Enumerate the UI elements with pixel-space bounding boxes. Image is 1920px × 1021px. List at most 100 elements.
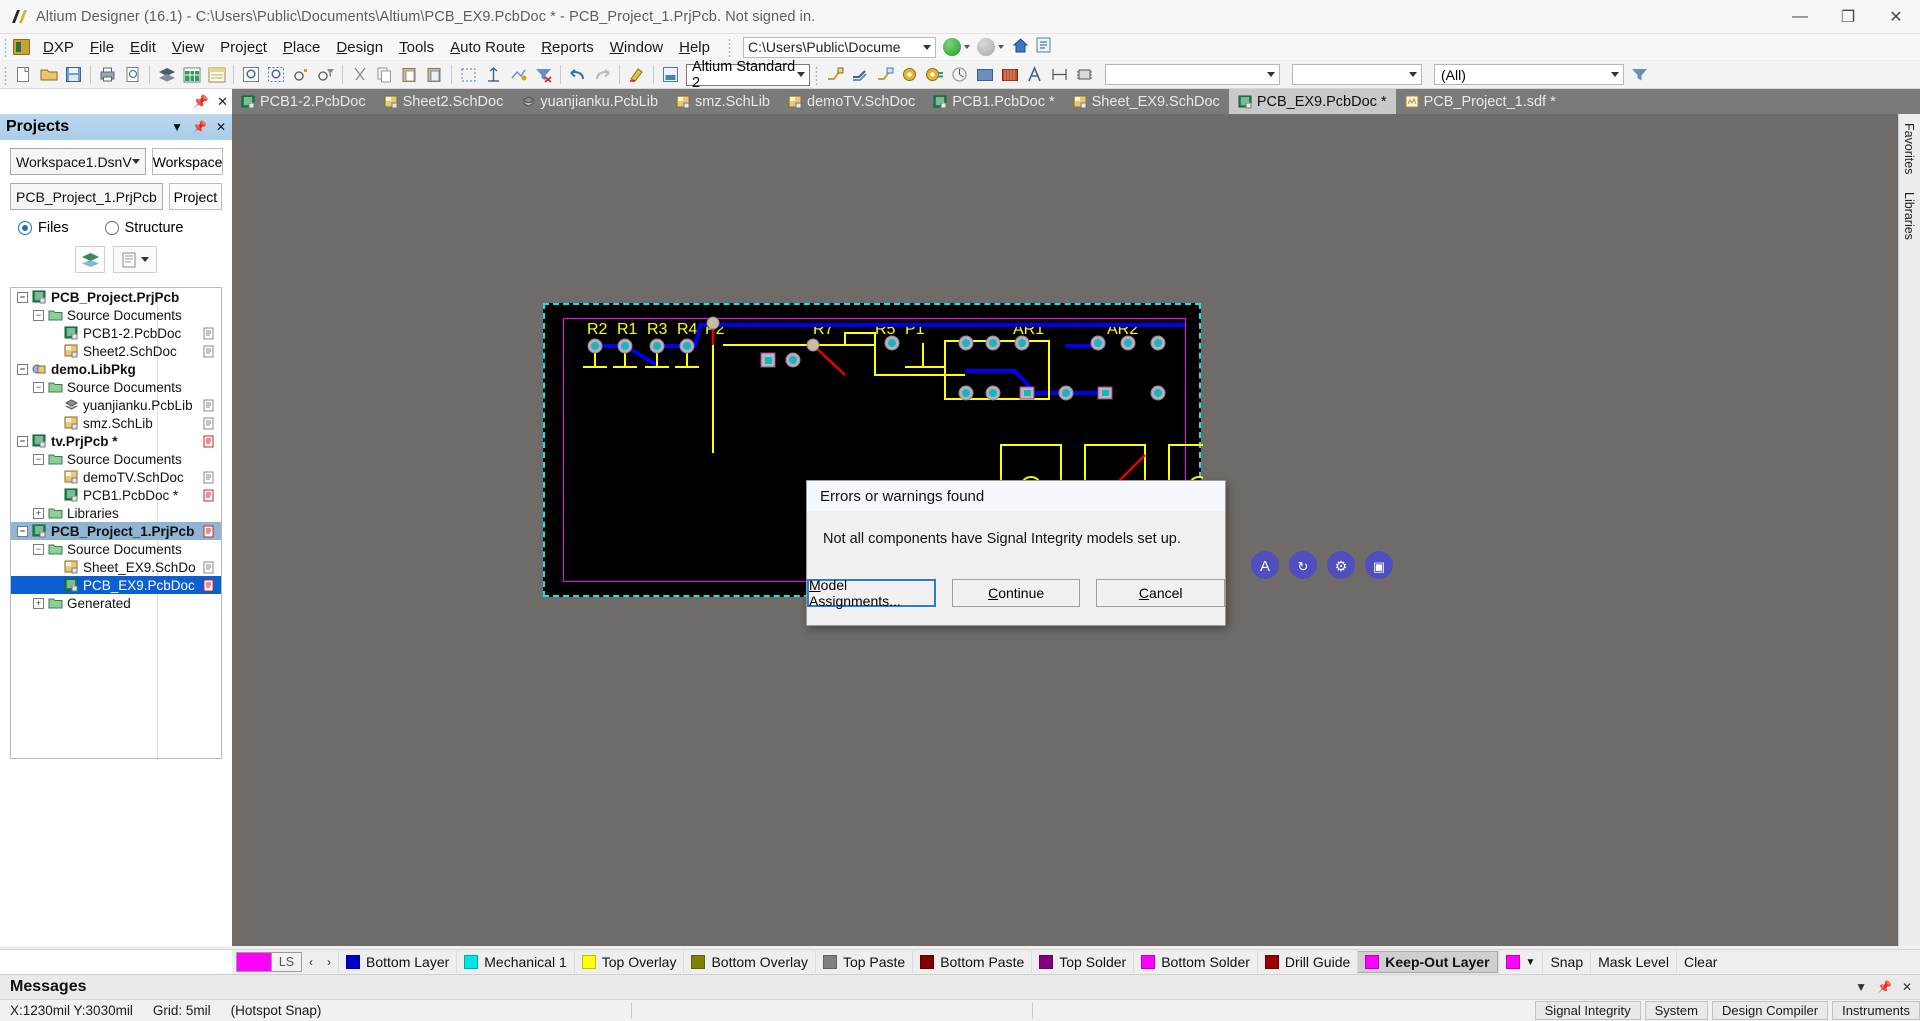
differential-pair-route-icon[interactable] (848, 64, 871, 86)
errors-warnings-dialog[interactable]: Errors or warnings found Not all compone… (806, 480, 1226, 626)
path-toolbar-grip[interactable] (726, 37, 733, 57)
layer-sets-button[interactable]: LS (272, 952, 302, 972)
panel-options-icon[interactable] (113, 246, 157, 273)
interactive-route-icon[interactable] (823, 64, 846, 86)
tree-node[interactable]: yuanjianku.PcbLib (11, 396, 221, 414)
workspace-button[interactable]: Workspace (151, 148, 224, 175)
place-string-icon[interactable] (1023, 64, 1046, 86)
layer-chip-6[interactable]: Top Solder (1031, 951, 1133, 973)
menu-item-edit[interactable]: Edit (122, 36, 164, 59)
place-component-icon[interactable] (1073, 64, 1096, 86)
workspace-combo[interactable]: Workspace1.DsnV (10, 148, 146, 175)
dock-tab-favorites[interactable]: Favorites (1899, 114, 1919, 183)
signal-integrity-button[interactable]: Signal Integrity (1534, 1001, 1641, 1020)
pcb-toolbar-grip[interactable] (813, 64, 820, 85)
refresh-icon[interactable] (1036, 37, 1051, 57)
navigate-forward-icon[interactable] (977, 38, 995, 56)
tree-node[interactable]: − tv.PrjPcb * (11, 432, 221, 450)
cancel-button[interactable]: Cancel (1096, 579, 1225, 607)
close-button[interactable]: ✕ (1872, 0, 1920, 34)
tree-node[interactable]: − Source Documents (11, 378, 221, 396)
layer-chip-9[interactable]: Keep-Out Layer (1357, 951, 1498, 973)
document-tab-3[interactable]: smz.SchLib (667, 89, 779, 114)
open-document-icon[interactable] (37, 64, 60, 86)
tree-node[interactable]: demoTV.SchDoc (11, 468, 221, 486)
place-via-icon[interactable] (923, 64, 946, 86)
tree-expander[interactable]: + (33, 507, 44, 519)
menu-item-project[interactable]: Project (212, 36, 275, 59)
tree-node[interactable]: − Source Documents (11, 450, 221, 468)
print-icon[interactable] (96, 64, 119, 86)
layer-next-button[interactable]: › (320, 951, 338, 973)
menu-item-design[interactable]: Design (328, 36, 391, 59)
pin-icon[interactable]: 📌 (192, 120, 207, 134)
menu-item-help[interactable]: Help (671, 36, 718, 59)
menu-item-view[interactable]: View (164, 36, 212, 59)
active-layer-swatch[interactable] (236, 952, 272, 972)
maximize-button[interactable]: ❐ (1824, 0, 1872, 34)
project-combo[interactable]: PCB_Project_1.PrjPcb (10, 183, 163, 210)
zoom-area-icon[interactable] (264, 64, 287, 86)
clear-button[interactable]: Clear (1675, 951, 1724, 973)
layer-chip-0[interactable]: Bottom Layer (338, 951, 456, 973)
redo-icon[interactable] (591, 64, 614, 86)
model-assignments-button[interactable]: Model Assignments... (807, 577, 936, 609)
radio-files[interactable]: Files (18, 220, 69, 236)
zoom-fit-icon[interactable] (239, 64, 262, 86)
tree-expander[interactable]: − (33, 309, 44, 321)
tree-node[interactable]: PCB1-2.PcbDoc (11, 324, 221, 342)
tree-node[interactable]: Sheet2.SchDoc (11, 342, 221, 360)
mask-level-button[interactable]: Mask Level (1590, 951, 1676, 973)
toolbar-grip[interactable] (2, 64, 9, 85)
document-tab-5[interactable]: PCB1.PcbDoc * (924, 89, 1063, 114)
save-icon[interactable] (62, 64, 85, 86)
compile-project-icon[interactable] (75, 246, 105, 273)
pin-icon[interactable]: 📌 (193, 94, 209, 110)
place-arc-icon[interactable] (948, 64, 971, 86)
paste-special-icon[interactable] (423, 64, 446, 86)
tree-expander[interactable]: − (17, 435, 28, 447)
layer-chip-7[interactable]: Bottom Solder (1133, 951, 1257, 973)
document-tab-8[interactable]: PCB_Project_1.sdf * (1396, 89, 1565, 114)
layer-chip-2[interactable]: Top Overlay (573, 951, 684, 973)
chevron-down-icon[interactable] (998, 45, 1004, 49)
layer-chip-4[interactable]: Top Paste (814, 951, 912, 973)
document-tab-7[interactable]: PCB_EX9.PcbDoc * (1228, 89, 1396, 114)
tree-node[interactable]: + Generated (11, 594, 221, 612)
place-dimension-icon[interactable] (1048, 64, 1071, 86)
home-icon[interactable] (1012, 37, 1029, 58)
chevron-down-icon[interactable]: ▼ (1855, 980, 1867, 994)
layer-chip-8[interactable]: Drill Guide (1256, 951, 1357, 973)
tree-node[interactable]: − Source Documents (11, 306, 221, 324)
menu-item-window[interactable]: Window (602, 36, 671, 59)
menu-item-dxp[interactable]: DXP (35, 36, 82, 59)
align-icon[interactable] (507, 64, 530, 86)
radio-structure[interactable]: Structure (104, 220, 183, 236)
document-path-combo[interactable]: C:\Users\Public\Docume (743, 36, 936, 58)
design-compiler-button[interactable]: Design Compiler (1711, 1001, 1829, 1020)
clear-filter-icon[interactable] (532, 64, 555, 86)
place-fill-icon[interactable] (973, 64, 996, 86)
system-button[interactable]: System (1644, 1001, 1708, 1020)
menu-item-place[interactable]: Place (275, 36, 329, 59)
layer-chip-5[interactable]: Bottom Paste (912, 951, 1031, 973)
tree-node[interactable]: PCB_EX9.PcbDoc (11, 576, 221, 594)
layer-chip-1[interactable]: Mechanical 1 (456, 951, 574, 973)
tree-node[interactable]: + Libraries (11, 504, 221, 522)
copy-icon[interactable] (373, 64, 396, 86)
navigate-back-icon[interactable] (943, 38, 961, 56)
document-tab-0[interactable]: PCB1-2.PcbDoc (232, 89, 375, 114)
paste-icon[interactable] (398, 64, 421, 86)
tree-node[interactable]: − PCB_Project.PrjPcb (11, 288, 221, 306)
menu-item-file[interactable]: File (82, 36, 122, 59)
tree-node[interactable]: − PCB_Project_1.PrjPcb (11, 522, 221, 540)
document-tab-6[interactable]: Sheet_EX9.SchDoc (1064, 89, 1229, 114)
menu-item-auto-route[interactable]: Auto Route (442, 36, 533, 59)
select-area-icon[interactable] (457, 64, 480, 86)
place-pad-icon[interactable] (898, 64, 921, 86)
snap-button[interactable]: Snap (1542, 951, 1590, 973)
chevron-down-icon[interactable]: ▼ (171, 120, 183, 134)
route-multiple-nets-icon[interactable] (873, 64, 896, 86)
project-button[interactable]: Project (168, 183, 222, 210)
continue-button[interactable]: Continue (951, 579, 1081, 607)
